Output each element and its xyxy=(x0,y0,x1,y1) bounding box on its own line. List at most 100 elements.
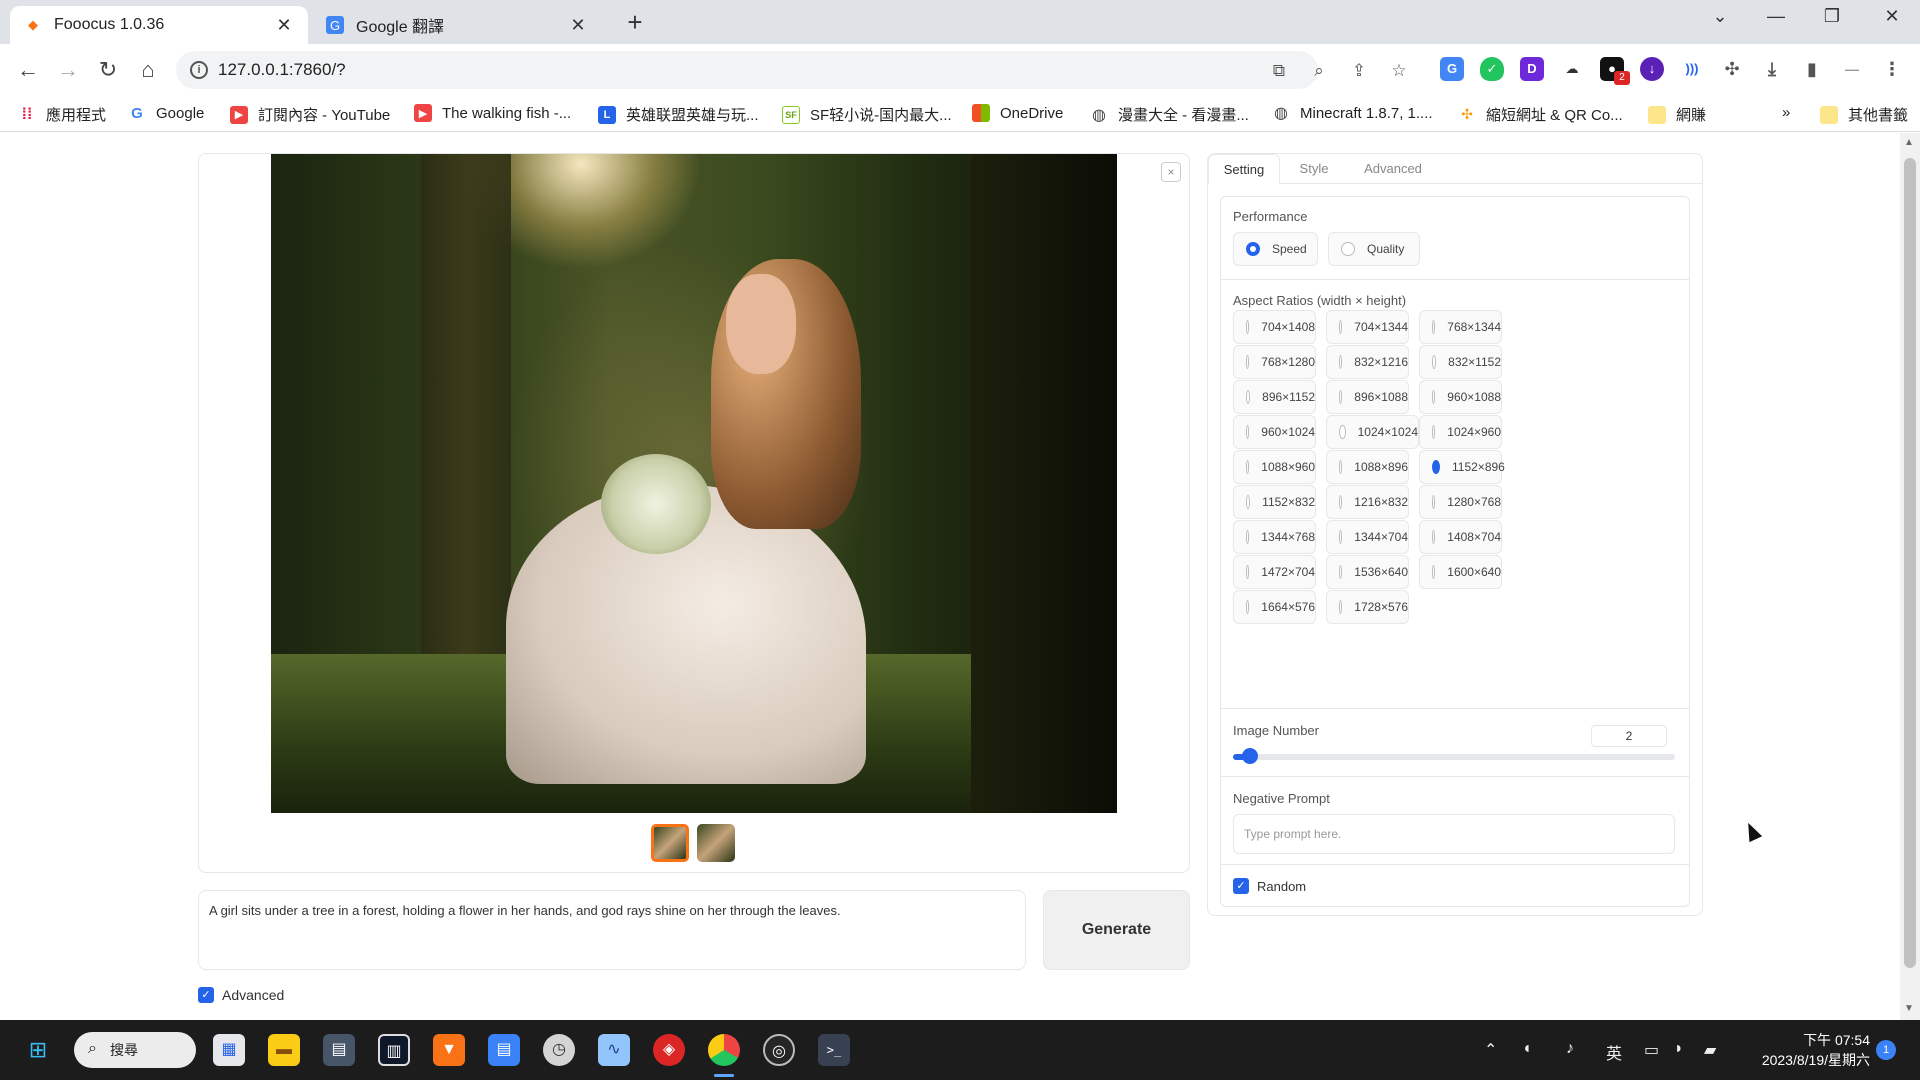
scroll-up-icon[interactable]: ▲ xyxy=(1904,137,1914,148)
aspect-ratio-radio[interactable]: 1216×832 xyxy=(1326,485,1409,519)
negative-prompt-input[interactable]: Type prompt here. xyxy=(1233,814,1675,854)
aspect-ratio-radio[interactable]: 960×1088 xyxy=(1419,380,1502,414)
ime-indicator[interactable]: 英 xyxy=(1606,1040,1622,1064)
advanced-checkbox[interactable]: ✓ Advanced xyxy=(198,987,284,1003)
tab-setting[interactable]: Setting xyxy=(1208,154,1280,184)
aspect-ratio-radio[interactable]: 704×1408 xyxy=(1233,310,1316,344)
image-number-slider[interactable] xyxy=(1233,754,1675,760)
volume-icon[interactable]: ◗ xyxy=(1674,1040,1684,1058)
red-app-icon[interactable]: ◈ xyxy=(653,1034,685,1066)
thumbnail-1[interactable] xyxy=(651,824,689,862)
zoom-icon[interactable]: ⌕ xyxy=(1308,60,1330,82)
aspect-ratio-radio[interactable]: 1280×768 xyxy=(1419,485,1502,519)
notification-badge[interactable]: 1 xyxy=(1876,1040,1896,1060)
address-bar[interactable]: i 127.0.0.1:7860/? ⧉ ⌕ ⇪ ☆ xyxy=(176,51,1407,89)
tab-search-icon[interactable]: ⌄ xyxy=(1700,6,1740,27)
aspect-ratio-radio[interactable]: 1344×768 xyxy=(1233,520,1316,554)
google-translate-extension-icon[interactable]: G xyxy=(1440,57,1464,81)
film-editor-icon[interactable]: ▥ xyxy=(378,1034,410,1066)
file-explorer-icon[interactable]: ▬ xyxy=(268,1034,300,1066)
aspect-ratio-radio[interactable]: 1024×1024 xyxy=(1326,415,1419,449)
bookmark-other[interactable]: 其他書籤 xyxy=(1820,104,1908,125)
obs-icon[interactable]: ◎ xyxy=(763,1034,795,1066)
bookmarks-overflow-button[interactable]: » xyxy=(1782,104,1790,121)
profile-icon[interactable]: — xyxy=(1840,57,1864,81)
performance-speed-radio[interactable]: Speed xyxy=(1233,232,1318,266)
shield-extension-icon[interactable]: ✓ xyxy=(1480,57,1504,81)
clock-app-icon[interactable]: ◷ xyxy=(543,1034,575,1066)
aspect-ratio-radio[interactable]: 1472×704 xyxy=(1233,555,1316,589)
site-info-icon[interactable]: i xyxy=(190,61,208,79)
downloads-icon[interactable]: ⤓ xyxy=(1760,57,1784,81)
bookmark-youtube-subscriptions[interactable]: ▶ 訂閱內容 - YouTube xyxy=(230,104,390,125)
close-icon[interactable]: ✕ xyxy=(274,15,294,36)
aspect-ratio-radio[interactable]: 768×1344 xyxy=(1419,310,1502,344)
aspect-ratio-radio[interactable]: 1536×640 xyxy=(1326,555,1409,589)
calculator-icon[interactable]: ▤ xyxy=(323,1034,355,1066)
forward-icon[interactable]: → xyxy=(54,56,82,84)
image-number-input[interactable]: 2 xyxy=(1591,725,1667,747)
aspect-ratio-radio[interactable]: 1088×960 xyxy=(1233,450,1316,484)
speaker-icon[interactable]: ◖ xyxy=(1522,1040,1532,1058)
network-icon[interactable]: ▭ xyxy=(1644,1040,1659,1060)
thumbnail-2[interactable] xyxy=(697,824,735,862)
aspect-ratio-radio[interactable]: 1664×576 xyxy=(1233,590,1316,624)
aspect-ratio-radio[interactable]: 960×1024 xyxy=(1233,415,1316,449)
aspect-ratio-radio[interactable]: 1152×832 xyxy=(1233,485,1316,519)
scroll-down-icon[interactable]: ▼ xyxy=(1904,1003,1914,1014)
widgets-icon[interactable]: ▦ xyxy=(213,1034,245,1066)
url-text[interactable]: 127.0.0.1:7860/? xyxy=(218,60,346,80)
d-extension-icon[interactable]: D xyxy=(1520,57,1544,81)
side-panel-icon[interactable]: ▮ xyxy=(1800,57,1824,81)
close-window-button[interactable]: ✕ xyxy=(1872,6,1912,27)
bookmark-url-shortener[interactable]: ✣ 縮短網址 & QR Co... xyxy=(1458,104,1623,125)
read-aloud-icon[interactable]: ))) xyxy=(1680,57,1704,81)
minimize-button[interactable]: — xyxy=(1756,6,1796,27)
home-icon[interactable]: ⌂ xyxy=(134,56,162,84)
menu-kebab-icon[interactable]: ⋮ xyxy=(1880,57,1904,81)
battery-icon[interactable]: ▰ xyxy=(1704,1040,1716,1060)
bookmark-onedrive[interactable]: OneDrive xyxy=(972,104,1063,122)
aspect-ratio-radio[interactable]: 1728×576 xyxy=(1326,590,1409,624)
aspect-ratio-radio[interactable]: 896×1088 xyxy=(1326,380,1409,414)
new-tab-button[interactable]: + xyxy=(620,9,650,35)
aspect-ratio-radio[interactable]: 832×1216 xyxy=(1326,345,1409,379)
bookmark-apps[interactable]: ⁞⁞ 應用程式 xyxy=(18,104,106,125)
cloud-extension-icon[interactable]: ☁ xyxy=(1560,57,1584,81)
aspect-ratio-radio[interactable]: 1344×704 xyxy=(1326,520,1409,554)
windows-start-icon[interactable]: ⊞ xyxy=(22,1034,54,1066)
microphone-icon[interactable]: ♪ xyxy=(1566,1040,1574,1058)
tab-fooocus[interactable]: ◆ Fooocus 1.0.36 ✕ xyxy=(10,6,308,44)
resource-monitor-icon[interactable]: ∿ xyxy=(598,1034,630,1066)
performance-quality-radio[interactable]: Quality xyxy=(1328,232,1420,266)
aspect-ratio-radio[interactable]: 1088×896 xyxy=(1326,450,1409,484)
tab-advanced[interactable]: Advanced xyxy=(1348,154,1438,184)
bookmark-star-icon[interactable]: ☆ xyxy=(1388,60,1410,82)
brave-browser-icon[interactable]: ▼ xyxy=(433,1034,465,1066)
slider-handle[interactable] xyxy=(1242,748,1259,764)
generated-image[interactable] xyxy=(271,154,1117,813)
translate-icon[interactable]: ⧉ xyxy=(1268,60,1290,82)
aspect-ratio-radio[interactable]: 1152×896 xyxy=(1419,450,1505,484)
bookmark-walking-fish[interactable]: ▶ The walking fish -... xyxy=(414,104,571,122)
back-icon[interactable]: ← xyxy=(14,56,42,84)
restore-button[interactable]: ❐ xyxy=(1812,6,1852,27)
aspect-ratio-radio[interactable]: 896×1152 xyxy=(1233,380,1316,414)
gallery-close-button[interactable]: × xyxy=(1161,162,1181,182)
share-icon[interactable]: ⇪ xyxy=(1348,60,1370,82)
bookmark-league[interactable]: L 英雄联盟英雄与玩... xyxy=(598,104,759,125)
random-checkbox[interactable]: ✓ Random xyxy=(1233,878,1306,894)
bookmark-sf[interactable]: SF SF轻小说-国内最大... xyxy=(782,104,952,125)
tab-style[interactable]: Style xyxy=(1284,154,1344,184)
chrome-icon[interactable] xyxy=(708,1034,740,1066)
terminal-icon[interactable]: >_ xyxy=(818,1034,850,1066)
generate-button[interactable]: Generate xyxy=(1043,890,1190,970)
aspect-ratio-radio[interactable]: 704×1344 xyxy=(1326,310,1409,344)
aspect-ratio-radio[interactable]: 768×1280 xyxy=(1233,345,1316,379)
notepad-icon[interactable]: ▤ xyxy=(488,1034,520,1066)
aspect-ratio-radio[interactable]: 1024×960 xyxy=(1419,415,1502,449)
bookmark-manga[interactable]: ◍ 漫畫大全 - 看漫畫... xyxy=(1090,104,1249,125)
page-scrollbar[interactable]: ▲ ▼ xyxy=(1900,133,1920,1020)
aspect-ratio-radio[interactable]: 1408×704 xyxy=(1419,520,1502,554)
scrollbar-thumb[interactable] xyxy=(1904,158,1916,968)
